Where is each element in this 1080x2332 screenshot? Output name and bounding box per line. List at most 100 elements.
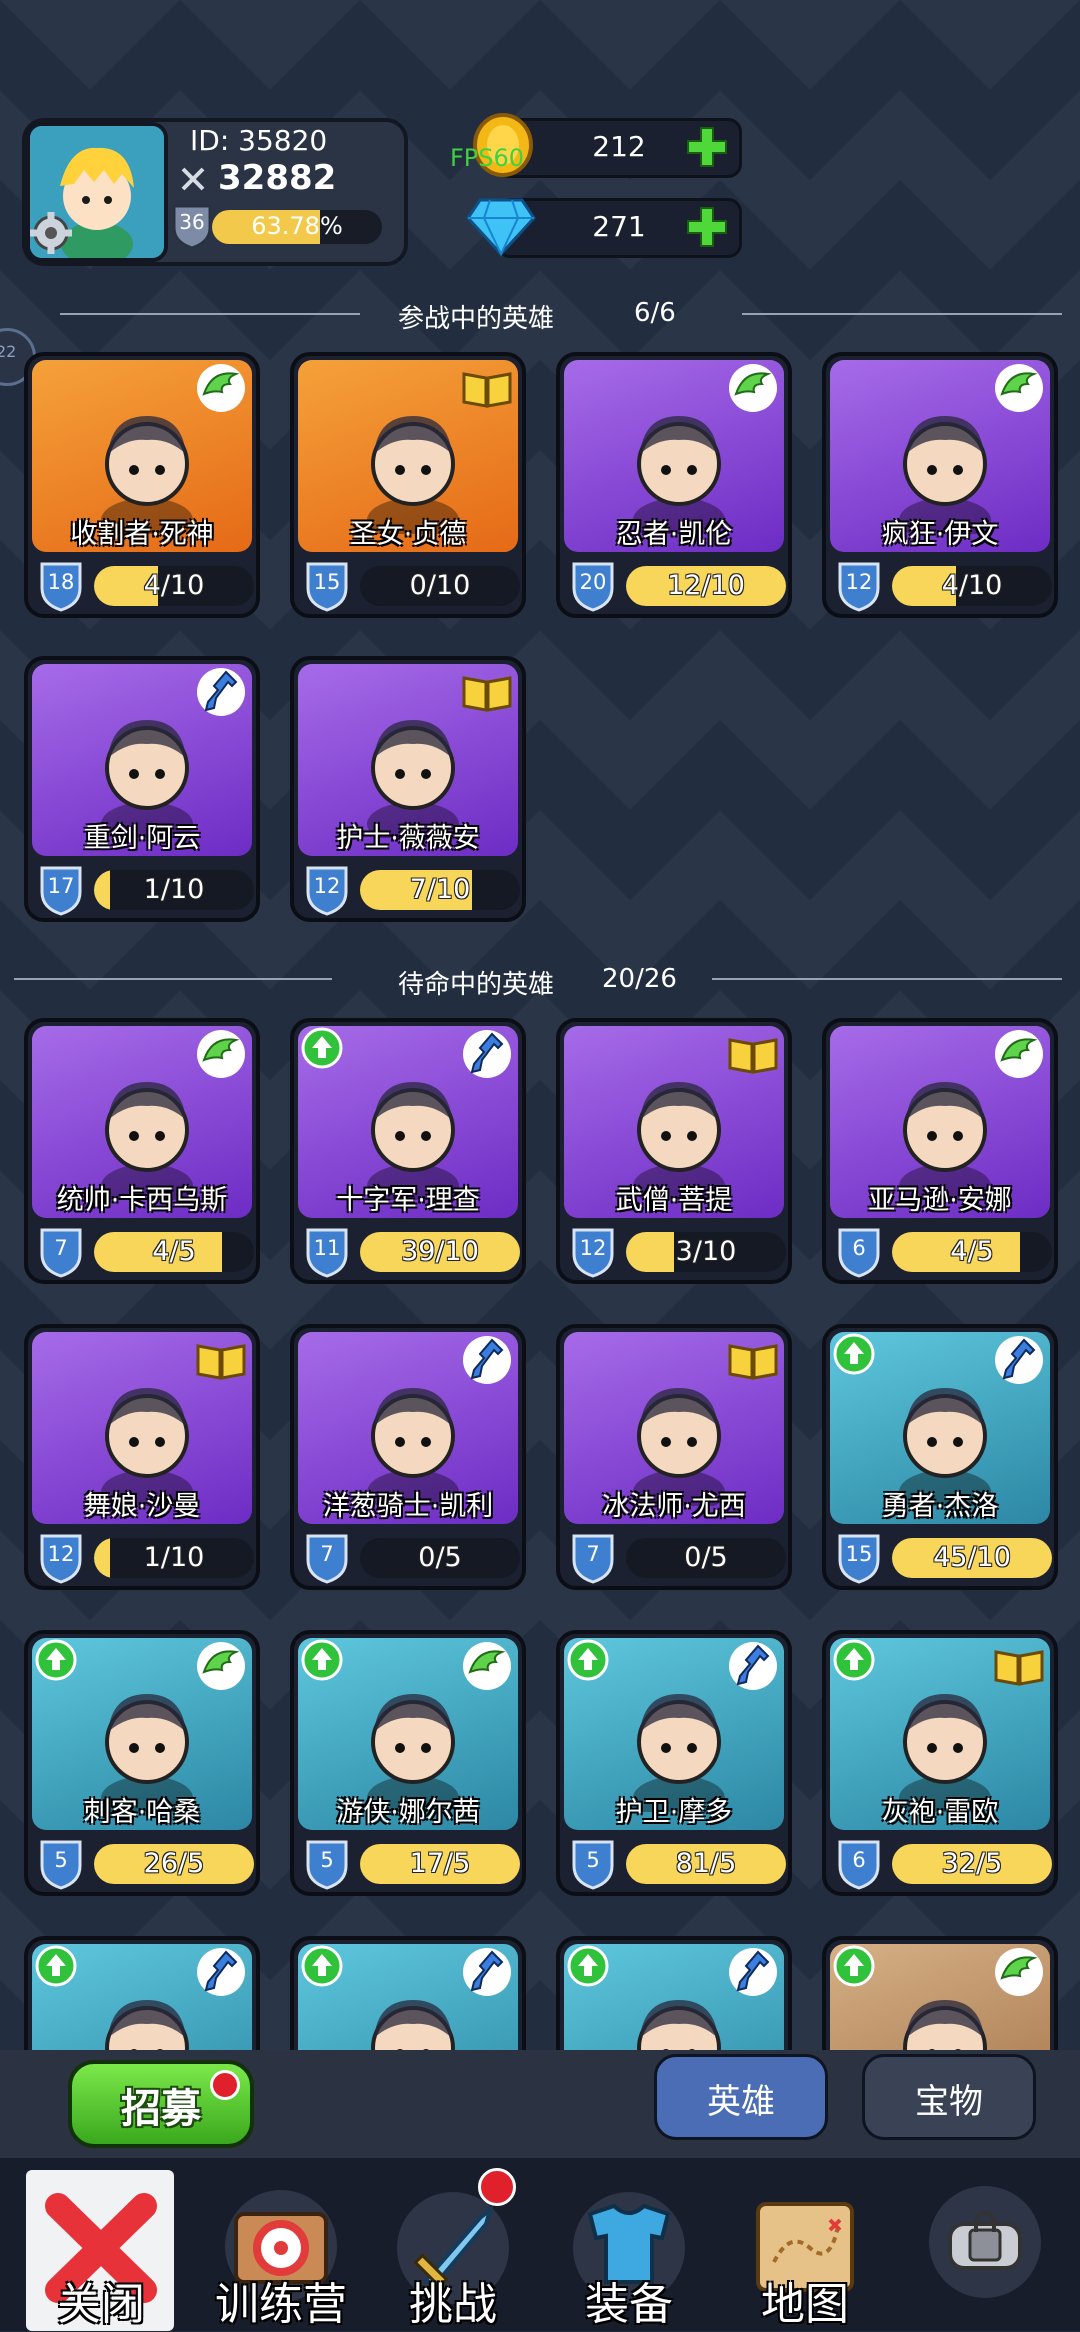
potion-type-icon <box>990 1332 1048 1388</box>
hero-card[interactable]: 6 32/5 灰袍·雷欧 <box>822 1630 1058 1896</box>
hero-level: 7 <box>54 1236 68 1260</box>
active-heroes-title: 参战中的英雄 <box>398 304 555 334</box>
hero-level: 5 <box>586 1848 600 1872</box>
combat-power: 32882 <box>218 158 337 198</box>
hero-level: 5 <box>54 1848 68 1872</box>
player-level: 36 <box>179 210 205 234</box>
hero-level: 5 <box>320 1848 334 1872</box>
hero-stats-row: 20 12/10 <box>560 552 788 614</box>
diamond-amount: 271 <box>592 210 646 243</box>
shard-progress-text: 0/10 <box>409 570 471 601</box>
hero-level: 11 <box>313 1236 341 1260</box>
hero-level: 12 <box>313 874 341 898</box>
book-type-icon <box>458 664 516 720</box>
potion-type-icon <box>458 1026 516 1082</box>
hero-name: 重剑·阿云 <box>83 823 201 854</box>
shard-progress-text: 3/10 <box>675 1236 737 1267</box>
nav-training-label: 训练营 <box>215 2279 347 2330</box>
hero-name: 统帅·卡西乌斯 <box>56 1185 228 1216</box>
shard-progress-text: 39/10 <box>401 1236 479 1267</box>
hero-stats-row: 5 26/5 <box>28 1830 256 1892</box>
hero-card[interactable]: 6 4/5 亚马逊·安娜 <box>822 1018 1058 1284</box>
hero-level: 12 <box>47 1542 75 1566</box>
hero-card[interactable]: 7 0/5 洋葱骑士·凯利 <box>290 1324 526 1590</box>
hero-name: 护士·薇薇安 <box>336 823 480 854</box>
hero-stats-row: 15 45/10 <box>826 1524 1054 1586</box>
shard-progress-text: 0/5 <box>684 1542 728 1573</box>
add-diamond-plus-icon[interactable] <box>684 204 730 250</box>
hero-name: 游侠·娜尔茜 <box>336 1797 480 1828</box>
nav-equipment-label: 装备 <box>585 2279 673 2330</box>
book-type-icon <box>990 1638 1048 1694</box>
hero-card[interactable]: 12 3/10 武僧·菩提 <box>556 1018 792 1284</box>
hero-card[interactable]: 5 26/5 刺客·哈桑 <box>24 1630 260 1896</box>
diamond-icon <box>466 192 536 258</box>
hero-card[interactable]: 12 4/10 疯狂·伊文 <box>822 352 1058 618</box>
shard-progress-text: 4/5 <box>950 1236 994 1267</box>
potion-type-icon <box>458 1944 516 2000</box>
hero-stats-row: 11 39/10 <box>294 1218 522 1280</box>
player-id: ID: 35820 <box>190 124 328 157</box>
potion-type-icon <box>724 1944 782 2000</box>
hero-stats-row: 5 17/5 <box>294 1830 522 1892</box>
book-type-icon <box>192 1332 250 1388</box>
nav-challenge-label: 挑战 <box>409 2279 497 2330</box>
hero-card[interactable]: 12 7/10 护士·薇薇安 <box>290 656 526 922</box>
wing-type-icon <box>458 1638 516 1694</box>
hero-stats-row: 7 0/5 <box>294 1524 522 1586</box>
wing-type-icon <box>990 1944 1048 2000</box>
hero-stats-row: 6 4/5 <box>826 1218 1054 1280</box>
upgrade-arrow-icon <box>300 1944 344 1988</box>
exp-percent: 63.78% <box>251 212 343 240</box>
hero-stats-row: 7 4/5 <box>28 1218 256 1280</box>
recruit-notification-dot <box>210 2070 240 2100</box>
hero-card[interactable]: 11 39/10 十字军·理查 <box>290 1018 526 1284</box>
hero-level: 6 <box>852 1236 866 1260</box>
hero-level: 7 <box>586 1542 600 1566</box>
hero-stats-row: 12 3/10 <box>560 1218 788 1280</box>
hero-card[interactable]: 12 1/10 舞娘·沙曼 <box>24 1324 260 1590</box>
hero-card[interactable]: 15 0/10 圣女·贞德 <box>290 352 526 618</box>
shard-progress-text: 45/10 <box>933 1542 1011 1573</box>
hero-card[interactable]: 18 4/10 收割者·死神 <box>24 352 260 618</box>
shard-progress-text: 26/5 <box>143 1848 205 1879</box>
divider <box>60 313 360 315</box>
hero-stats-row: 15 0/10 <box>294 552 522 614</box>
hero-card[interactable]: 17 1/10 重剑·阿云 <box>24 656 260 922</box>
nav-locked[interactable] <box>910 2170 1060 2320</box>
gold-amount: 212 <box>592 130 646 163</box>
hero-card[interactable]: 7 4/5 统帅·卡西乌斯 <box>24 1018 260 1284</box>
upgrade-arrow-icon <box>832 1638 876 1682</box>
hero-card[interactable]: 5 17/5 游侠·娜尔茜 <box>290 1630 526 1896</box>
nav-map-label: 地图 <box>761 2279 849 2330</box>
hero-stats-row: 7 0/5 <box>560 1524 788 1586</box>
hero-card[interactable]: 20 12/10 忍者·凯伦 <box>556 352 792 618</box>
shard-progress-text: 32/5 <box>941 1848 1003 1879</box>
hero-stats-row: 12 1/10 <box>28 1524 256 1586</box>
settings-gear-icon[interactable] <box>28 210 74 256</box>
shard-progress-text: 12/10 <box>667 570 745 601</box>
hero-name: 忍者·凯伦 <box>615 519 733 550</box>
tab-treasure-label: 宝物 <box>915 2082 983 2122</box>
wing-type-icon <box>990 360 1048 416</box>
upgrade-arrow-icon <box>34 1638 78 1682</box>
book-type-icon <box>458 360 516 416</box>
hero-card[interactable]: 7 0/5 冰法师·尤西 <box>556 1324 792 1590</box>
hero-stats-row: 6 32/5 <box>826 1830 1054 1892</box>
side-counter: 22 <box>0 342 17 361</box>
hero-level: 6 <box>852 1848 866 1872</box>
shard-progress-text: 0/5 <box>418 1542 462 1573</box>
wing-type-icon <box>192 1638 250 1694</box>
hero-name: 护卫·摩多 <box>615 1797 733 1828</box>
hero-name: 舞娘·沙曼 <box>83 1491 201 1522</box>
hero-name: 勇者·杰洛 <box>881 1491 999 1522</box>
hero-card[interactable]: 5 81/5 护卫·摩多 <box>556 1630 792 1896</box>
shard-progress-text: 4/10 <box>143 570 205 601</box>
hero-stats-row: 5 81/5 <box>560 1830 788 1892</box>
lock-icon <box>929 2186 1041 2298</box>
wing-type-icon <box>724 360 782 416</box>
upgrade-arrow-icon <box>300 1026 344 1070</box>
hero-card[interactable]: 15 45/10 勇者·杰洛 <box>822 1324 1058 1590</box>
shard-progress-text: 4/5 <box>152 1236 196 1267</box>
add-gold-plus-icon[interactable] <box>684 124 730 170</box>
